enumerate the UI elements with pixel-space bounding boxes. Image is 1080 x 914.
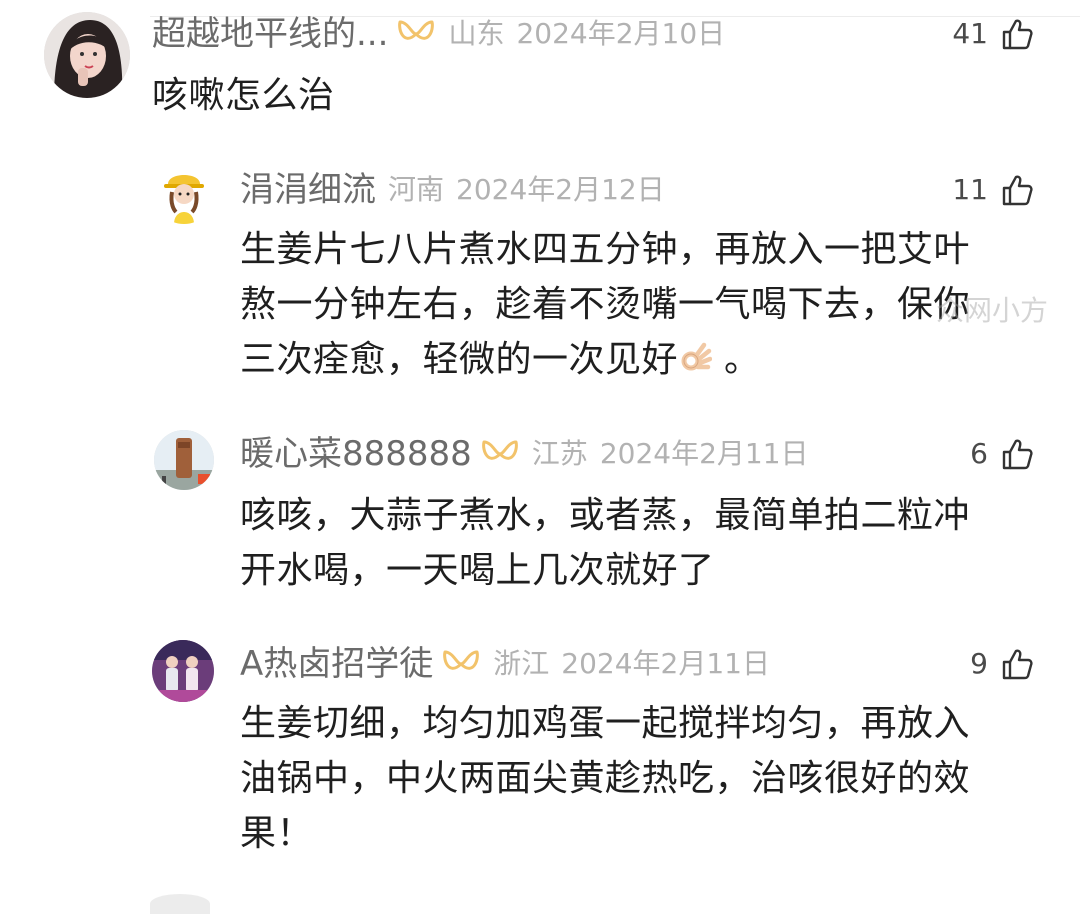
group-photo-avatar-icon [152, 640, 214, 702]
location: 浙江 [493, 647, 550, 680]
comment-meta: 超越地平线的... 山东 2024年2月10日 [152, 14, 725, 54]
comment-date: 2024年2月11日 [561, 647, 770, 680]
thumbs-up-icon [1002, 19, 1033, 50]
comment-text-suffix: 。 [723, 339, 761, 380]
comment-text-line: 生姜片七八片煮水四五分钟，再放入一把艾叶 [240, 229, 971, 270]
comment-meta: 暖心菜888888 江苏 2024年2月11日 [240, 434, 809, 474]
avatar[interactable] [44, 12, 130, 98]
location: 江苏 [531, 437, 588, 470]
like-button[interactable]: 41 [952, 14, 1034, 54]
username[interactable]: A热卤招学徒 [240, 644, 433, 684]
username[interactable]: 暖心菜888888 [240, 434, 472, 474]
avatar[interactable] [154, 430, 214, 490]
like-button[interactable]: 9 [970, 644, 1034, 684]
like-count: 6 [970, 437, 988, 470]
comment-meta: 涓涓细流 河南 2024年2月12日 [240, 170, 665, 210]
like-button[interactable]: 11 [952, 170, 1034, 210]
ok-hand-emoji-icon [681, 342, 713, 371]
comment-text-line: 咳咳，大蒜子煮水，或者蒸，最简单拍二粒冲 [240, 495, 971, 536]
comment-text: 生姜片七八片煮水四五分钟，再放入一把艾叶 熬一分钟左右，趁着不烫嘴一气喝下去，保… [240, 222, 970, 387]
like-count: 41 [952, 17, 988, 50]
watermark: 众网小方 [936, 294, 1049, 327]
username[interactable]: 涓涓细流 [240, 170, 376, 210]
like-button[interactable]: 6 [970, 434, 1034, 474]
comment-date: 2024年2月10日 [516, 17, 726, 50]
location: 河南 [388, 173, 445, 206]
like-count: 9 [970, 647, 988, 680]
next-comment-avatar [150, 894, 210, 914]
comment-text: 咳嗽怎么治 [152, 75, 335, 116]
comment-text-line: 生姜切细，均匀加鸡蛋一起搅拌均匀，再放入 [240, 703, 971, 744]
comment-date: 2024年2月12日 [456, 173, 665, 206]
comment-text: 咳咳，大蒜子煮水，或者蒸，最简单拍二粒冲 开水喝，一天喝上几次就好了 [240, 488, 970, 598]
comment-text-line: 油锅中，中火两面尖黄趁热吃，治咳很好的效 [240, 758, 971, 799]
username[interactable]: 超越地平线的... [152, 14, 388, 54]
comment-date: 2024年2月11日 [599, 437, 809, 470]
vip-badge-icon [441, 648, 481, 680]
thumbs-up-icon [1002, 175, 1033, 206]
comment-text-line: 开水喝，一天喝上几次就好了 [240, 550, 715, 591]
vip-badge-icon [396, 18, 436, 50]
comment-meta: A热卤招学徒 浙江 2024年2月11日 [240, 644, 770, 684]
comment-text-line: 熬一分钟左右，趁着不烫嘴一气喝下去，保你 [240, 284, 971, 325]
statue-avatar-icon [154, 430, 214, 490]
avatar[interactable] [152, 640, 214, 702]
comment-text: 生姜切细，均匀加鸡蛋一起搅拌均匀，再放入 油锅中，中火两面尖黄趁热吃，治咳很好的… [240, 696, 970, 861]
like-count: 11 [952, 173, 988, 206]
avatar[interactable] [154, 164, 214, 224]
comment-text-line: 三次痊愈，轻微的一次见好 [240, 339, 679, 380]
thumbs-up-icon [1002, 439, 1033, 470]
comment-text-line: 果！ [240, 813, 314, 854]
cartoon-girl-avatar-icon [154, 164, 214, 224]
location: 山东 [448, 17, 505, 50]
vip-badge-icon [480, 438, 520, 470]
woman-portrait-avatar-icon [44, 12, 130, 98]
thumbs-up-icon [1002, 649, 1033, 680]
